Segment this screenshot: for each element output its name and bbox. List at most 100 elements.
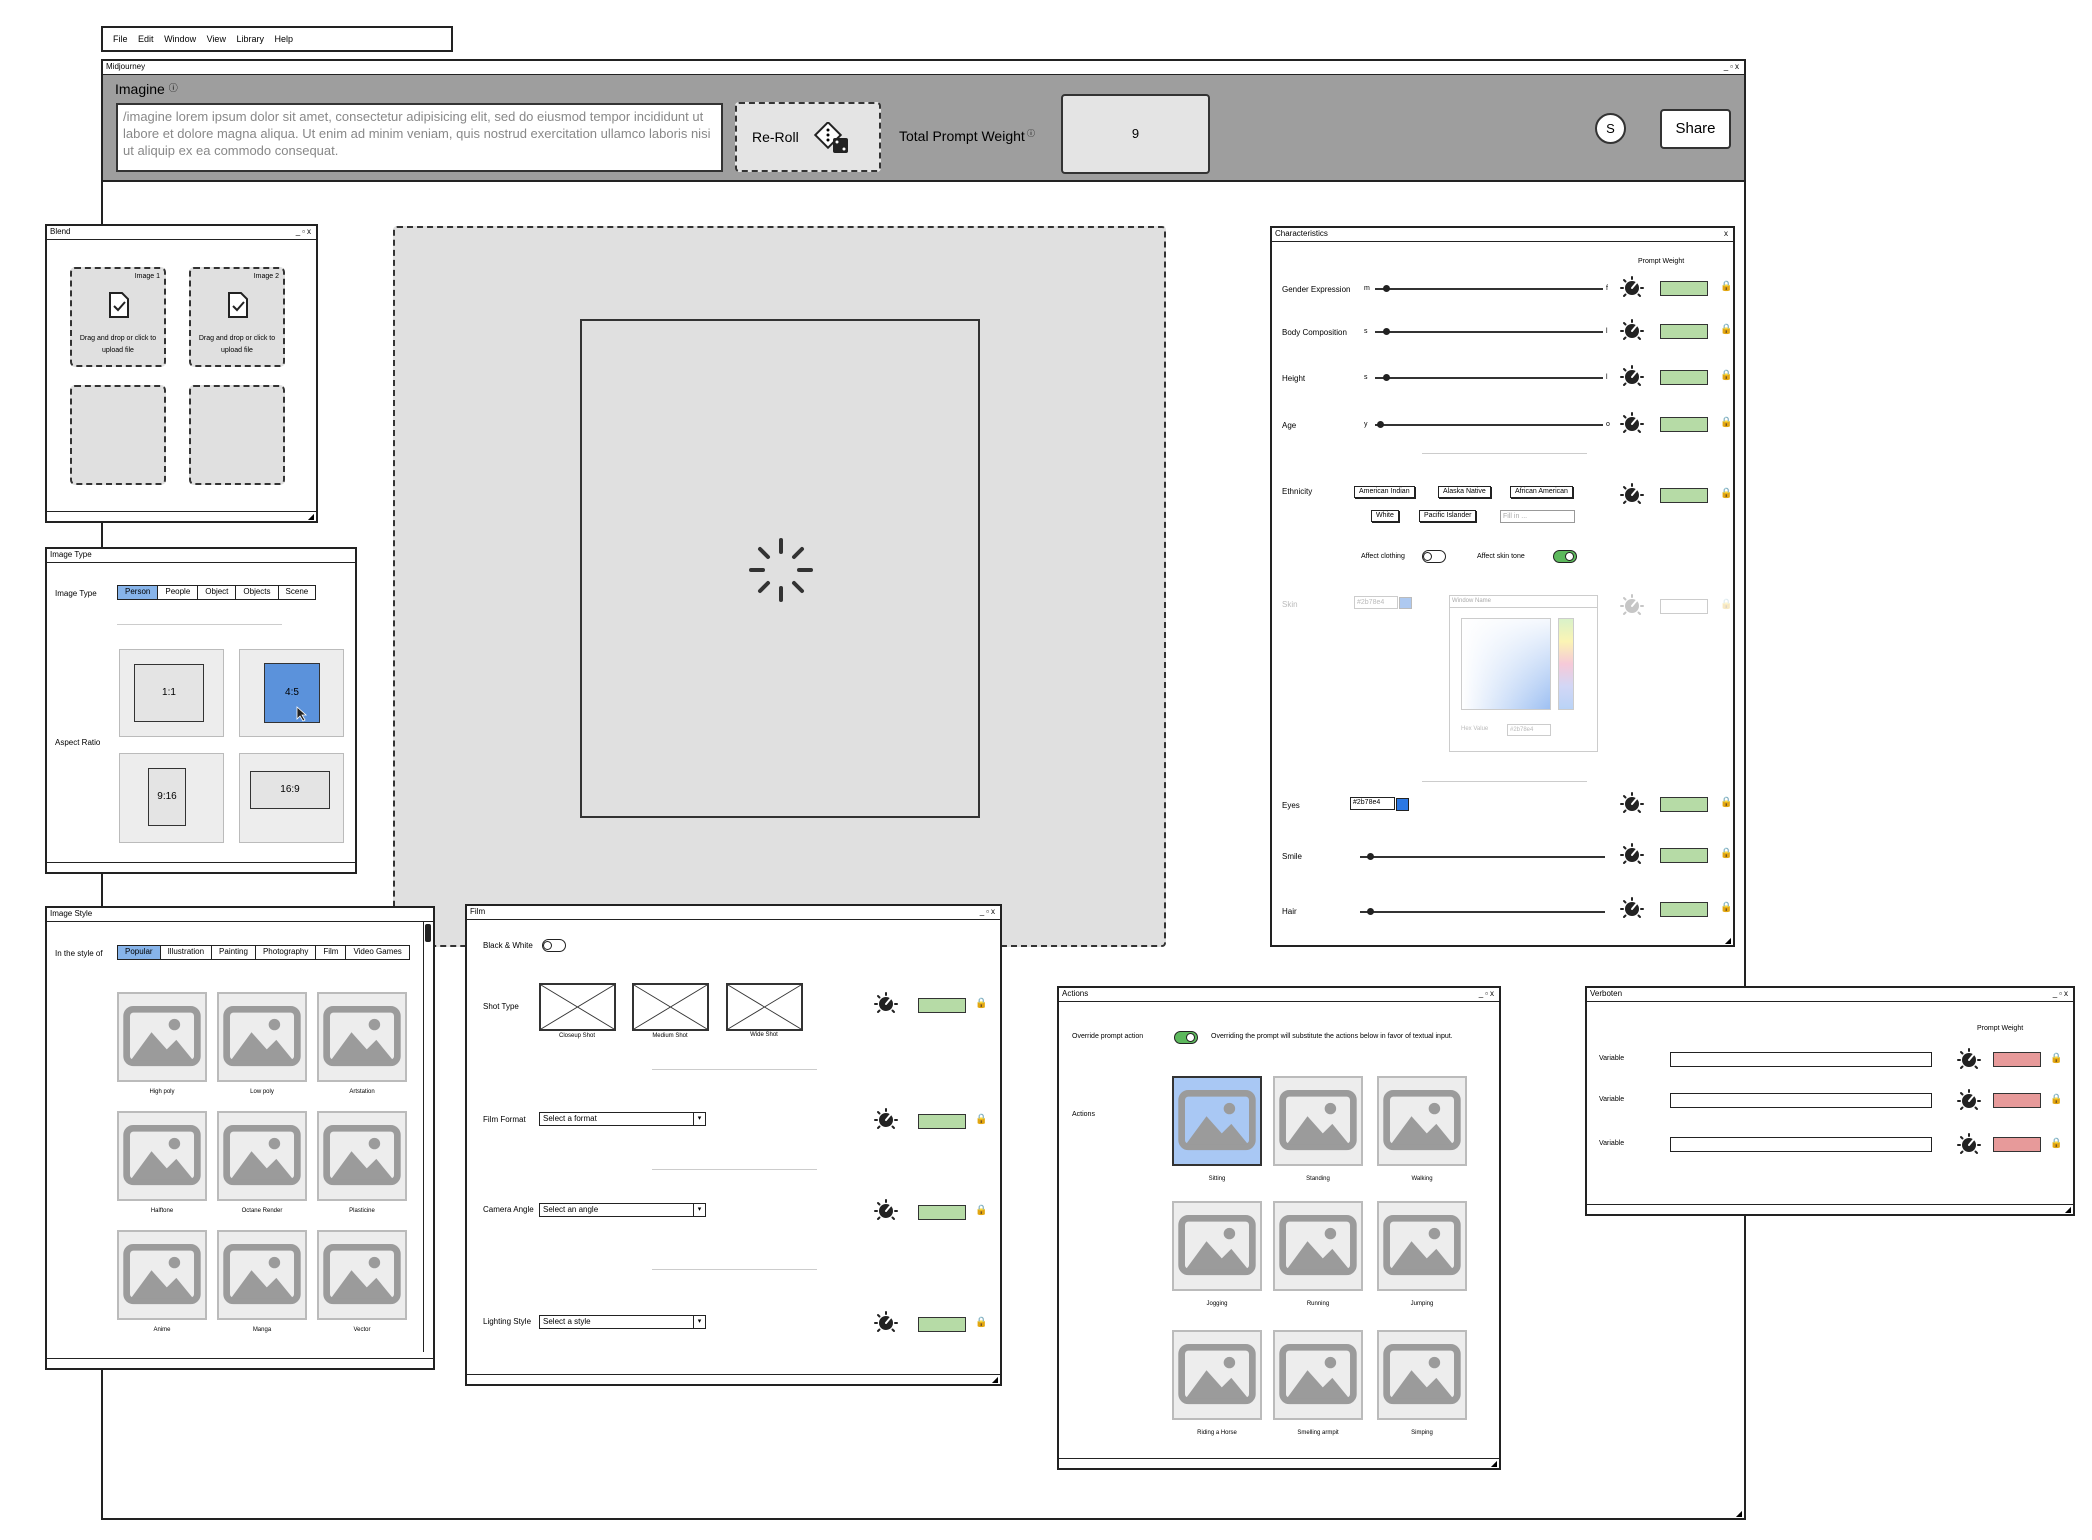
style-thumbnail[interactable]	[117, 1230, 207, 1320]
tab-illustration[interactable]: Illustration	[161, 946, 213, 959]
action-thumbnail[interactable]	[1273, 1330, 1363, 1420]
lock-icon[interactable]: 🔒	[1720, 489, 1732, 499]
lock-icon[interactable]: 🔒	[1720, 849, 1732, 859]
menu-view[interactable]: View	[207, 34, 226, 44]
weight-knob-icon[interactable]	[1620, 897, 1644, 921]
skin-swatch[interactable]	[1399, 597, 1412, 609]
resize-grip-icon[interactable]: ◢	[2065, 1206, 2071, 1214]
lock-icon[interactable]: 🔒	[975, 1318, 987, 1328]
skin-hex-field[interactable]: #2b78e4	[1354, 596, 1398, 609]
window-controls[interactable]: _▫x	[980, 906, 997, 918]
affect-skin-toggle[interactable]	[1553, 550, 1577, 563]
weight-knob-icon[interactable]	[1620, 483, 1644, 507]
tab-film[interactable]: Film	[316, 946, 347, 959]
chip-african-american[interactable]: African American	[1510, 486, 1573, 498]
action-thumbnail[interactable]	[1377, 1330, 1467, 1420]
film-format-select[interactable]: Select a format ▾	[539, 1112, 706, 1126]
tab-popular[interactable]: Popular	[118, 946, 161, 959]
weight-knob-icon[interactable]	[1620, 594, 1644, 618]
weight-input[interactable]	[918, 1114, 966, 1129]
lock-icon[interactable]: 🔒	[975, 1115, 987, 1125]
resize-grip-icon[interactable]: ◢	[1491, 1460, 1497, 1468]
action-thumbnail[interactable]	[1377, 1201, 1467, 1291]
color-hue-bar[interactable]	[1558, 618, 1574, 710]
style-thumbnail[interactable]	[217, 1111, 307, 1201]
weight-input[interactable]	[1660, 281, 1708, 296]
tab-painting[interactable]: Painting	[212, 946, 256, 959]
style-thumbnail[interactable]	[317, 1230, 407, 1320]
menu-file[interactable]: File	[113, 34, 128, 44]
action-thumbnail[interactable]	[1377, 1076, 1467, 1166]
slider-thumb[interactable]	[1366, 908, 1374, 915]
blend-slot-2[interactable]: Image 2 Drag and drop or click to upload…	[189, 267, 285, 367]
weight-input[interactable]	[1660, 848, 1708, 863]
close-icon[interactable]: x	[1724, 228, 1730, 240]
color-gradient[interactable]	[1461, 618, 1551, 710]
weight-input[interactable]	[1660, 370, 1708, 385]
menu-edit[interactable]: Edit	[138, 34, 154, 44]
lock-icon[interactable]: 🔒	[1720, 371, 1732, 381]
slider-thumb[interactable]	[1383, 374, 1391, 381]
lock-icon[interactable]: 🔒	[1720, 418, 1732, 428]
slider-thumb[interactable]	[1383, 285, 1391, 292]
window-controls[interactable]: _▫x	[1724, 61, 1741, 73]
weight-input[interactable]	[1660, 797, 1708, 812]
style-thumbnail[interactable]	[117, 992, 207, 1082]
lock-icon[interactable]: 🔒	[975, 1206, 987, 1216]
chip-white[interactable]: White	[1371, 510, 1399, 522]
lock-icon[interactable]: 🔒	[1720, 325, 1732, 335]
window-controls[interactable]: _▫x	[296, 226, 313, 238]
weight-knob-icon[interactable]	[1620, 365, 1644, 389]
action-thumbnail[interactable]	[1172, 1076, 1262, 1166]
override-toggle[interactable]	[1174, 1031, 1198, 1044]
style-thumbnail[interactable]	[217, 1230, 307, 1320]
blend-slot-1[interactable]: Image 1 Drag and drop or click to upload…	[70, 267, 166, 367]
weight-knob-icon[interactable]	[874, 1199, 898, 1223]
menu-help[interactable]: Help	[275, 34, 294, 44]
weight-input[interactable]	[1660, 488, 1708, 503]
tab-object[interactable]: Object	[198, 586, 237, 599]
weight-input[interactable]	[1660, 599, 1708, 614]
eyes-hex-field[interactable]: #2b78e4	[1350, 797, 1395, 810]
lock-icon[interactable]: 🔒	[1720, 903, 1732, 913]
weight-input[interactable]	[1660, 417, 1708, 432]
lock-icon[interactable]: 🔒	[1720, 600, 1732, 610]
style-thumbnail[interactable]	[317, 1111, 407, 1201]
variable-input[interactable]	[1670, 1093, 1932, 1108]
chip-pacific-islander[interactable]: Pacific Islander	[1419, 510, 1477, 522]
weight-knob-icon[interactable]	[1620, 792, 1644, 816]
variable-input[interactable]	[1670, 1052, 1932, 1067]
tab-photography[interactable]: Photography	[256, 946, 317, 959]
action-thumbnail[interactable]	[1172, 1330, 1262, 1420]
blend-slot-4[interactable]	[189, 385, 285, 485]
style-thumbnail[interactable]	[117, 1111, 207, 1201]
ratio-16-9[interactable]: 16:9	[239, 753, 344, 843]
weight-input[interactable]	[918, 1317, 966, 1332]
menu-library[interactable]: Library	[236, 34, 264, 44]
weight-input[interactable]	[1993, 1093, 2041, 1108]
weight-input[interactable]	[918, 1205, 966, 1220]
action-thumbnail[interactable]	[1172, 1201, 1262, 1291]
characteristic-slider[interactable]	[1375, 285, 1603, 292]
characteristic-slider[interactable]	[1375, 421, 1603, 428]
shot-closeup[interactable]	[539, 983, 616, 1031]
lock-icon[interactable]: 🔒	[2050, 1139, 2062, 1149]
lock-icon[interactable]: 🔒	[975, 999, 987, 1009]
weight-knob-icon[interactable]	[1957, 1089, 1981, 1113]
lock-icon[interactable]: 🔒	[2050, 1095, 2062, 1105]
shot-medium[interactable]	[632, 983, 709, 1031]
tab-scene[interactable]: Scene	[279, 586, 316, 599]
characteristic-slider[interactable]	[1375, 374, 1603, 381]
slider-thumb[interactable]	[1383, 328, 1391, 335]
weight-input[interactable]	[1993, 1052, 2041, 1067]
chip-american-indian[interactable]: American Indian	[1354, 486, 1415, 498]
weight-knob-icon[interactable]	[874, 1311, 898, 1335]
lighting-style-select[interactable]: Select a style ▾	[539, 1315, 706, 1329]
weight-knob-icon[interactable]	[1620, 843, 1644, 867]
ethnicity-fill-input[interactable]: Fill in ...	[1500, 510, 1575, 523]
hair-slider[interactable]	[1360, 908, 1605, 915]
hex-value-input[interactable]: #2b78e4	[1507, 724, 1551, 736]
lock-icon[interactable]: 🔒	[2050, 1054, 2062, 1064]
weight-input[interactable]	[1660, 324, 1708, 339]
tab-person[interactable]: Person	[118, 586, 159, 599]
